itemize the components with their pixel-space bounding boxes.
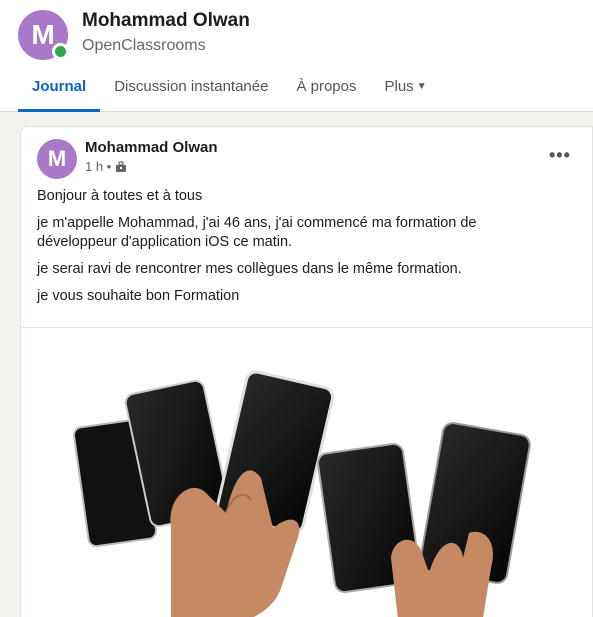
post-meta: 1 h •	[85, 159, 127, 174]
tab-a-propos[interactable]: À propos	[282, 70, 370, 110]
tab-bar: Journal Discussion instantanée À propos …	[18, 70, 441, 112]
post-card: M Mohammad Olwan 1 h • ••• Bonjour à tou…	[20, 126, 593, 617]
post-paragraph: je m'appelle Mohammad, j'ai 46 ans, j'ai…	[37, 215, 477, 250]
tab-a-propos-label: À propos	[296, 78, 357, 95]
online-status-icon	[52, 43, 69, 60]
post-paragraph: je vous souhaite bon Formation	[37, 288, 240, 304]
post-paragraph: Bonjour à toutes et à tous	[37, 188, 203, 204]
post-image[interactable]	[21, 328, 593, 617]
post-avatar[interactable]: M	[37, 139, 77, 179]
tab-plus-label: Plus	[384, 78, 414, 95]
tab-plus[interactable]: Plus ▼	[371, 70, 441, 110]
post-author[interactable]: Mohammad Olwan	[85, 139, 218, 156]
profile-name[interactable]: Mohammad Olwan	[82, 10, 250, 32]
profile-subtitle: OpenClassrooms	[82, 37, 206, 54]
audience-icon	[116, 160, 127, 172]
tab-journal[interactable]: Journal	[18, 70, 101, 112]
tab-journal-label: Journal	[32, 78, 87, 95]
caret-down-icon: ▼	[416, 81, 427, 92]
more-options-icon[interactable]: •••	[549, 145, 571, 166]
profile-header: M Mohammad Olwan OpenClassrooms Journal …	[0, 0, 593, 112]
tab-discussion-label: Discussion instantanée	[114, 78, 269, 95]
post-time: 1 h •	[85, 159, 112, 174]
post-paragraph: je serai ravi de rencontrer mes collègue…	[37, 261, 462, 277]
tab-discussion[interactable]: Discussion instantanée	[100, 70, 282, 110]
post-body: Bonjour à toutes et à tous je m'appelle …	[37, 187, 557, 314]
